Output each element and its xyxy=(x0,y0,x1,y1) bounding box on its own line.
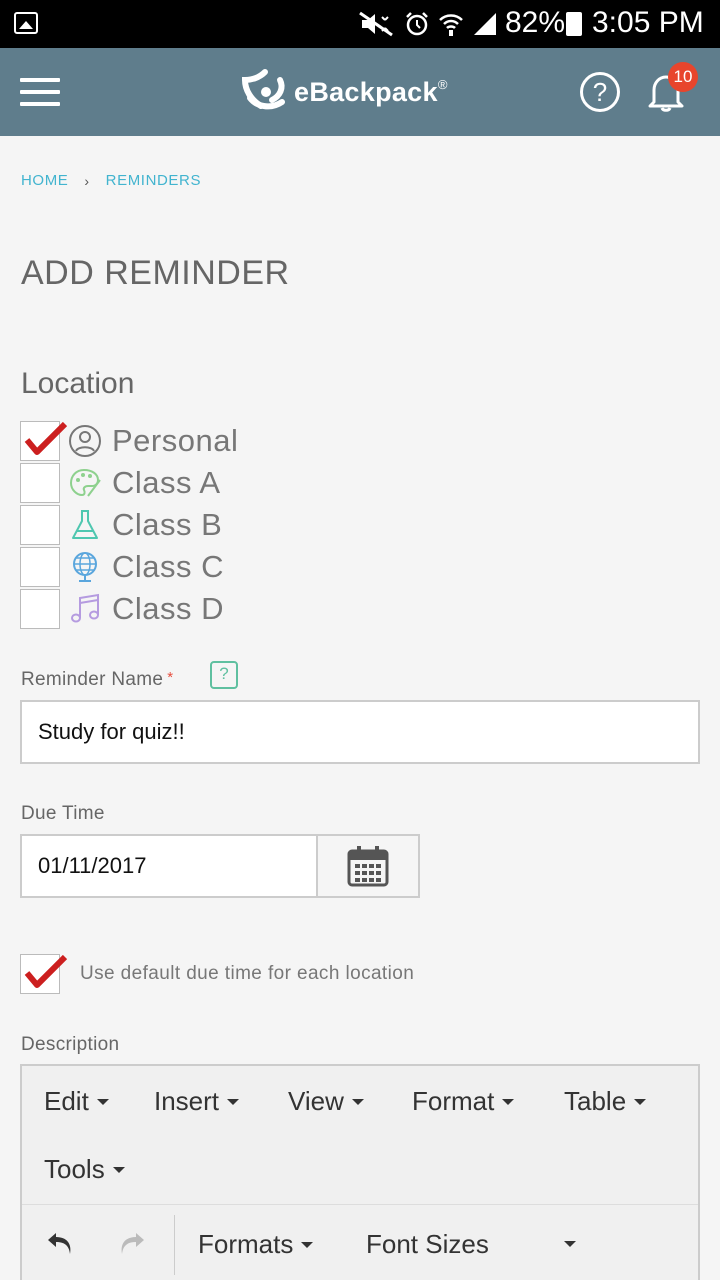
menu-tools[interactable]: Tools xyxy=(44,1154,125,1185)
notification-badge: 10 xyxy=(668,62,698,92)
brand-logo[interactable]: eBackpack ® xyxy=(240,68,447,116)
reminder-name-label: Reminder Name * xyxy=(21,669,173,691)
location-checkbox-class-c[interactable] xyxy=(20,547,60,587)
formats-label: Formats xyxy=(198,1229,294,1259)
help-button[interactable]: ? xyxy=(580,72,620,112)
person-icon xyxy=(68,424,102,458)
default-due-time-checkbox[interactable] xyxy=(20,954,67,994)
menu-format[interactable]: Format xyxy=(412,1086,515,1117)
gallery-icon xyxy=(14,12,38,34)
toolbar-divider xyxy=(174,1215,175,1275)
undo-icon[interactable] xyxy=(44,1227,76,1259)
breadcrumb-reminders[interactable]: REMINDERS xyxy=(106,172,201,189)
editor-toolbar: Formats Font Sizes xyxy=(22,1204,698,1280)
menu-view[interactable]: View xyxy=(288,1086,364,1117)
caret-down-icon xyxy=(634,1098,647,1105)
location-checkbox-class-d[interactable] xyxy=(20,589,60,629)
default-due-time-label: Use default due time for each location xyxy=(80,963,415,984)
breadcrumb-separator: › xyxy=(84,172,90,189)
registered-mark: ® xyxy=(437,76,448,92)
caret-down-icon xyxy=(301,1241,314,1248)
redo-icon[interactable] xyxy=(116,1227,148,1259)
globe-icon xyxy=(68,550,102,584)
location-option-class-c[interactable]: Class C xyxy=(20,546,238,588)
font-sizes-dropdown[interactable]: Font Sizes xyxy=(366,1229,576,1260)
reminder-name-help-button[interactable]: ? xyxy=(210,661,238,689)
menu-format-label: Format xyxy=(412,1086,495,1116)
menu-tools-label: Tools xyxy=(44,1154,105,1184)
default-due-time-row[interactable]: Use default due time for each location xyxy=(20,954,414,994)
location-label-personal: Personal xyxy=(112,423,239,458)
description-label: Description xyxy=(21,1034,120,1055)
menu-table-label: Table xyxy=(564,1086,627,1116)
editor-menubar: Edit Insert View Format Table Tools xyxy=(22,1066,698,1204)
music-note-icon xyxy=(68,592,102,626)
location-label-class-a: Class A xyxy=(112,465,221,500)
location-checkbox-personal[interactable] xyxy=(20,421,67,461)
font-sizes-label: Font Sizes xyxy=(366,1229,489,1259)
app-header: eBackpack ® ? xyxy=(0,48,720,136)
location-label-class-d: Class D xyxy=(112,591,225,626)
reminder-name-input[interactable]: Study for quiz!! xyxy=(20,700,700,764)
due-date-input[interactable]: 01/11/2017 xyxy=(20,834,318,898)
menu-insert[interactable]: Insert xyxy=(154,1086,240,1117)
calendar-icon xyxy=(347,846,389,887)
caret-down-icon xyxy=(96,1098,109,1105)
location-option-personal[interactable]: Personal xyxy=(20,420,238,462)
menu-table[interactable]: Table xyxy=(564,1086,647,1117)
menu-view-label: View xyxy=(288,1086,344,1116)
ebackpack-logo-icon xyxy=(241,69,285,110)
menu-edit-label: Edit xyxy=(44,1086,89,1116)
caret-down-icon xyxy=(351,1098,364,1105)
checkmark-icon xyxy=(24,955,67,988)
breadcrumb: HOME › REMINDERS xyxy=(21,172,201,189)
location-option-class-a[interactable]: Class A xyxy=(20,462,238,504)
status-icons xyxy=(358,10,498,38)
location-checkbox-class-a[interactable] xyxy=(20,463,60,503)
required-mark: * xyxy=(167,669,174,686)
mute-icon xyxy=(359,11,393,37)
palette-icon xyxy=(68,466,102,500)
brand-name: eBackpack xyxy=(294,76,438,107)
location-option-class-b[interactable]: Class B xyxy=(20,504,238,546)
location-label: Location xyxy=(21,367,135,400)
caret-down-icon xyxy=(227,1098,240,1105)
description-editor[interactable]: Edit Insert View Format Table Tools Form… xyxy=(20,1064,700,1280)
checkmark-icon xyxy=(24,422,67,455)
location-label-class-b: Class B xyxy=(112,507,223,542)
breadcrumb-home[interactable]: HOME xyxy=(21,172,68,189)
menu-edit[interactable]: Edit xyxy=(44,1086,109,1117)
battery-icon xyxy=(566,12,582,36)
flask-icon xyxy=(68,508,102,542)
caret-down-icon xyxy=(564,1241,576,1247)
page-title: ADD REMINDER xyxy=(21,254,290,292)
location-list: Personal Class A Class B Class C Class D xyxy=(20,420,238,630)
hamburger-icon[interactable] xyxy=(20,78,60,106)
wifi-icon xyxy=(439,14,463,36)
alarm-icon xyxy=(406,12,428,36)
clock: 3:05 PM xyxy=(592,6,704,39)
location-option-class-d[interactable]: Class D xyxy=(20,588,238,630)
signal-icon xyxy=(474,13,496,35)
menu-insert-label: Insert xyxy=(154,1086,220,1116)
status-bar: 82% 3:05 PM xyxy=(0,0,720,48)
battery-percent: 82% xyxy=(505,6,566,39)
formats-dropdown[interactable]: Formats xyxy=(198,1229,314,1260)
calendar-button[interactable] xyxy=(316,834,420,898)
caret-down-icon xyxy=(502,1098,515,1105)
due-time-label: Due Time xyxy=(21,803,105,824)
location-checkbox-class-b[interactable] xyxy=(20,505,60,545)
caret-down-icon xyxy=(112,1166,125,1173)
location-label-class-c: Class C xyxy=(112,549,225,584)
reminder-name-label-text: Reminder Name xyxy=(21,669,164,690)
